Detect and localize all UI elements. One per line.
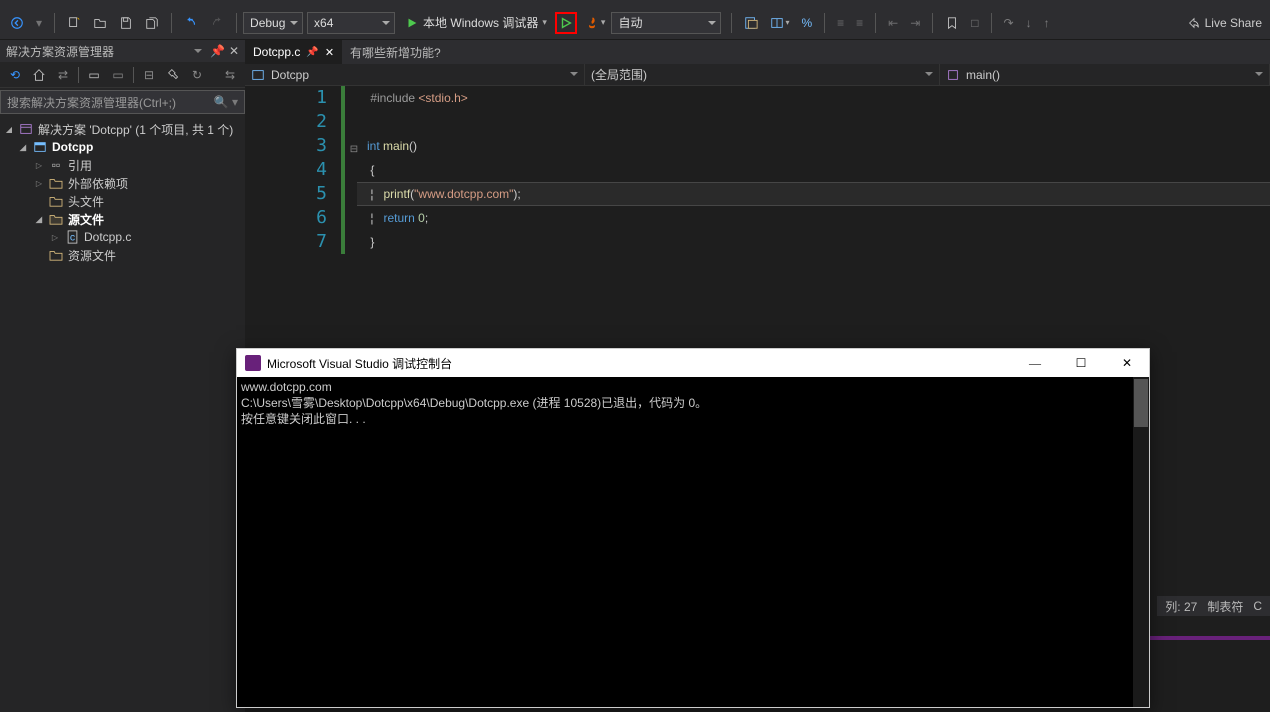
collapse-icon[interactable]: ⊟ (140, 66, 158, 84)
auto-dropdown[interactable]: 自动 (611, 12, 721, 34)
bookmark-icon[interactable] (941, 12, 963, 34)
sources-node[interactable]: 源文件 (0, 210, 245, 228)
minimize-button[interactable]: — (1021, 356, 1049, 371)
svg-text:c: c (69, 232, 74, 244)
step-out-icon[interactable]: ↑ (1040, 12, 1054, 34)
folder-icon (48, 248, 64, 262)
resources-node[interactable]: 资源文件 (0, 246, 245, 264)
comment-icon[interactable]: % (797, 12, 816, 34)
save-all-button[interactable] (141, 12, 163, 34)
close-icon[interactable]: ✕ (325, 46, 334, 59)
find-in-files-icon[interactable] (740, 12, 762, 34)
pin-icon[interactable]: 📌 (210, 44, 225, 58)
fold-icon[interactable]: ⊟ (349, 138, 359, 162)
save-button[interactable] (115, 12, 137, 34)
properties-icon[interactable] (164, 66, 182, 84)
hot-reload-button[interactable]: ▾ (581, 12, 610, 34)
solution-explorer-header: 解决方案资源管理器 📌 ✕ (0, 40, 245, 62)
solution-explorer-toolbar: ⟲ ⇄ ▭ ▭ ⊟ ↻ ⇆ (0, 62, 245, 88)
nav-function-dropdown[interactable]: main() (940, 64, 1270, 85)
platform-dropdown[interactable]: x64 (307, 12, 395, 34)
nav-back-button[interactable] (6, 12, 28, 34)
home-icon[interactable] (30, 66, 48, 84)
change-bar (341, 86, 345, 254)
project-node[interactable]: Dotcpp (0, 138, 245, 156)
indent-more-icon[interactable]: ≡ (852, 12, 867, 34)
solution-root[interactable]: 解决方案 'Dotcpp' (1 个项目, 共 1 个) (0, 120, 245, 138)
live-share-button[interactable]: Live Share (1187, 16, 1270, 30)
editor-tabstrip: Dotcpp.c 📌 ✕ 有哪些新增功能? (245, 40, 1270, 64)
external-deps-node[interactable]: 外部依赖项 (0, 174, 245, 192)
status-bar: 列: 27 制表符 C (1157, 596, 1270, 616)
folder-icon (48, 176, 64, 190)
close-icon[interactable]: ✕ (229, 44, 239, 58)
back-icon[interactable]: ⟲ (6, 66, 24, 84)
nav-scope-dropdown[interactable]: (全局范围) (585, 64, 940, 85)
tab-dotcpp[interactable]: Dotcpp.c 📌 ✕ (245, 40, 342, 64)
function-icon (946, 68, 960, 82)
solution-icon (18, 122, 34, 136)
uncomment-icon[interactable]: □ (967, 12, 982, 34)
solution-tree: 解决方案 'Dotcpp' (1 个项目, 共 1 个) Dotcpp ▫▫ 引… (0, 116, 245, 268)
nav-fwd-button[interactable]: ▾ (32, 12, 46, 34)
start-debug-button[interactable]: 本地 Windows 调试器 ▾ (399, 12, 553, 34)
language-indicator[interactable]: C (1253, 599, 1262, 613)
code-editor[interactable]: 1 2 3 4 5 6 7 ⊟ #include <stdio.h> int m… (245, 86, 1270, 254)
solution-search-input[interactable]: 搜索解决方案资源管理器(Ctrl+;) 🔍 ▾ (0, 90, 245, 114)
indent-less-icon[interactable]: ≡ (833, 12, 848, 34)
folder-icon (48, 194, 64, 208)
headers-node[interactable]: 头文件 (0, 192, 245, 210)
folder-open-icon (48, 212, 64, 226)
debug-console-window: Microsoft Visual Studio 调试控制台 — ☐ ✕ www.… (236, 348, 1150, 708)
step-into-icon[interactable]: ↓ (1022, 12, 1036, 34)
filter-icon[interactable]: ▭ (85, 66, 103, 84)
refresh-icon[interactable]: ↻ (188, 66, 206, 84)
maximize-button[interactable]: ☐ (1067, 356, 1095, 371)
column-indicator: 列: 27 (1165, 598, 1197, 615)
pin-icon[interactable]: 📌 (306, 47, 318, 58)
console-output[interactable]: www.dotcpp.com C:\Users\雪雾\Desktop\Dotcp… (237, 377, 1149, 707)
accent-bar (1150, 636, 1270, 640)
console-scrollbar[interactable] (1133, 377, 1149, 707)
source-file-node[interactable]: c Dotcpp.c (0, 228, 245, 246)
outdent-icon[interactable]: ⇤ (884, 12, 902, 34)
console-titlebar[interactable]: Microsoft Visual Studio 调试控制台 — ☐ ✕ (237, 349, 1149, 377)
code-nav-bar: Dotcpp (全局范围) main() (245, 64, 1270, 86)
references-icon: ▫▫ (48, 158, 64, 172)
indent-icon[interactable]: ⇥ (906, 12, 924, 34)
undo-button[interactable] (180, 12, 202, 34)
tab-whatsnew[interactable]: 有哪些新增功能? (342, 40, 449, 64)
view-icon[interactable]: ⇆ (221, 66, 239, 84)
c-file-icon: c (64, 230, 80, 244)
show-all-icon[interactable]: ▭ (109, 66, 127, 84)
references-node[interactable]: ▫▫ 引用 (0, 156, 245, 174)
project-icon (32, 140, 48, 154)
sync-icon[interactable]: ⇄ (54, 66, 72, 84)
close-button[interactable]: ✕ (1113, 356, 1141, 371)
panel-options-icon[interactable] (194, 49, 202, 53)
project-icon (251, 68, 265, 82)
solution-explorer-panel: 解决方案资源管理器 📌 ✕ ⟲ ⇄ ▭ ▭ ⊟ ↻ ⇆ 搜索解决方案资源管理器(… (0, 40, 245, 712)
step-over-icon[interactable]: ↷ (1000, 12, 1018, 34)
console-title: Microsoft Visual Studio 调试控制台 (267, 355, 452, 372)
tab-mode-indicator[interactable]: 制表符 (1207, 598, 1243, 615)
start-without-debug-button[interactable] (555, 12, 577, 34)
main-toolbar: ▾ Debug x64 本地 Windows 调试器 ▾ ▾ 自动 ▾ % ≡ … (0, 6, 1270, 40)
config-dropdown[interactable]: Debug (243, 12, 303, 34)
open-button[interactable] (89, 12, 111, 34)
window-layout-icon[interactable]: ▾ (766, 12, 793, 34)
line-number-gutter: 1 2 3 4 5 6 7 (245, 86, 335, 254)
vs-icon (245, 355, 261, 371)
redo-button[interactable] (206, 12, 228, 34)
new-item-button[interactable] (63, 12, 85, 34)
nav-project-dropdown[interactable]: Dotcpp (245, 64, 585, 85)
